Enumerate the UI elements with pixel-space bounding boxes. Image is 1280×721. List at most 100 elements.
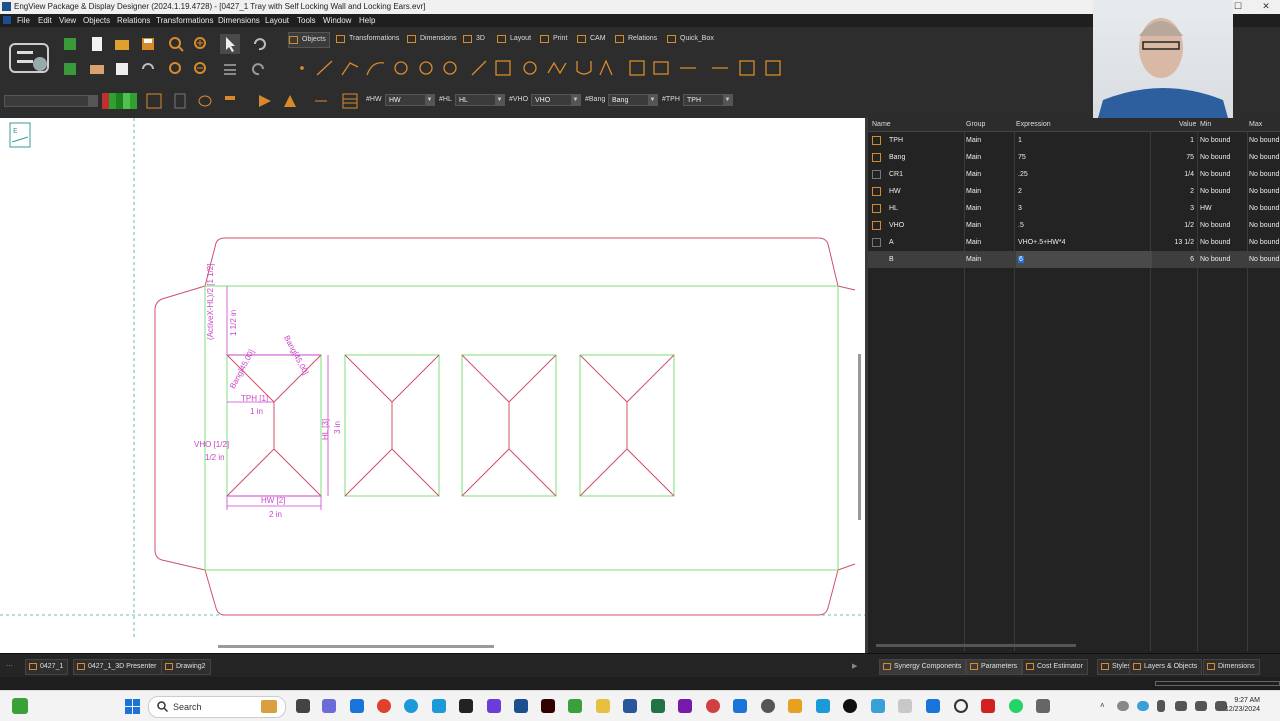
select-pointer-icon[interactable]	[220, 34, 240, 54]
open-folder-icon[interactable]	[114, 36, 130, 52]
doc-tab-drawing2[interactable]: Drawing2	[161, 659, 211, 675]
copilot-icon[interactable]	[322, 699, 336, 713]
doc-tab-3d-presenter[interactable]: 0427_1_3D Presenter	[73, 659, 162, 675]
menu-file[interactable]: File	[17, 16, 30, 25]
dimension-icon[interactable]	[313, 93, 329, 109]
tab-cam[interactable]: CAM	[577, 32, 606, 46]
dim-hl-expr[interactable]: HL [3]	[321, 419, 330, 440]
flag-icon[interactable]	[257, 93, 273, 109]
bang-param-select[interactable]: Bang ▼	[608, 94, 658, 106]
onenote-icon[interactable]	[678, 699, 692, 713]
taskbar-clock[interactable]: 9:27 AM 12/23/2024	[1225, 696, 1260, 714]
parameter-grid-icon[interactable]	[342, 93, 358, 109]
expression-edit-field[interactable]: 6	[1016, 251, 1152, 268]
zoom-in-icon[interactable]	[193, 36, 209, 52]
tph-param-select[interactable]: TPH ▼	[683, 94, 733, 106]
param-row-tph[interactable]: TPH Main 1 1 No bound No bound	[868, 132, 1280, 149]
param-row-a[interactable]: A Main VHO+.5+HW*4 13 1/2 No bound No bo…	[868, 234, 1280, 251]
app-cyan-icon[interactable]	[816, 699, 830, 713]
tab-quick-box[interactable]: Quick_Box	[667, 32, 714, 46]
grid-snap-icon[interactable]	[146, 93, 162, 109]
word-icon[interactable]	[623, 699, 637, 713]
panel-tab-cost-estimator[interactable]: Cost Estimator	[1022, 659, 1088, 675]
zoom-icon[interactable]	[168, 36, 184, 52]
doc-tab-0427-1[interactable]: 0427_1	[25, 659, 69, 675]
drawing-canvas[interactable]: E (ActiveX-HL)/2 [1 1/2] 1 1/2 in Bang[4…	[0, 118, 865, 653]
menu-transformations[interactable]: Transformations	[156, 16, 214, 25]
tab-overflow-icon[interactable]: ⋯	[6, 662, 13, 670]
panel-tab-layers-objects[interactable]: Layers & Objects	[1129, 659, 1203, 675]
export-icon[interactable]	[114, 61, 130, 77]
excel-icon[interactable]	[651, 699, 665, 713]
tab-objects[interactable]: Objects	[288, 32, 330, 48]
tab-transformations[interactable]: Transformations	[336, 32, 399, 46]
param-row-bang[interactable]: Bang Main 75 75 No bound No bound	[868, 149, 1280, 166]
new-green-icon[interactable]	[62, 61, 78, 77]
windows-start-icon[interactable]	[125, 699, 140, 714]
app-monitor-icon[interactable]	[1036, 699, 1050, 713]
undo-icon[interactable]	[251, 36, 267, 52]
edge-icon[interactable]	[404, 699, 418, 713]
tab-print[interactable]: Print	[540, 32, 567, 46]
whatsapp-icon[interactable]	[1009, 699, 1023, 713]
tab-scroll-right-icon[interactable]: ▶	[852, 662, 857, 670]
param-row-vho[interactable]: VHO Main .5 1/2 No bound No bound	[868, 217, 1280, 234]
onedrive-icon[interactable]	[1117, 701, 1129, 711]
col-header-group[interactable]: Group	[966, 118, 985, 131]
panel-tab-dimensions[interactable]: Dimensions	[1203, 659, 1260, 675]
outlook-icon[interactable]	[350, 699, 364, 713]
measure-icon[interactable]	[172, 93, 188, 109]
col-header-value[interactable]: Value	[1179, 118, 1196, 131]
app-dark-icon[interactable]	[843, 699, 857, 713]
teams-icon[interactable]	[487, 699, 501, 713]
hw-param-select[interactable]: HW ▼	[385, 94, 435, 106]
col-header-expression[interactable]: Expression	[1016, 118, 1051, 131]
microphone-icon[interactable]	[1157, 700, 1165, 712]
dim-hl-top-expr[interactable]: (ActiveX-HL)/2 [1 1/2]	[206, 264, 215, 340]
param-row-hl[interactable]: HL Main 3 3 HW No bound	[868, 200, 1280, 217]
menu-help[interactable]: Help	[359, 16, 375, 25]
acrobat-icon[interactable]	[981, 699, 995, 713]
layer-dropdown[interactable]	[4, 95, 98, 107]
new-file-icon[interactable]	[89, 36, 105, 52]
new-3d-icon[interactable]	[62, 36, 78, 52]
zoom-out-icon[interactable]	[193, 61, 209, 77]
task-view-icon[interactable]	[296, 699, 310, 713]
dim-vho-expr[interactable]: VHO [1/2]	[194, 440, 229, 449]
taskbar-search-input[interactable]: Search	[148, 696, 286, 718]
panel-tab-parameters[interactable]: Parameters	[966, 659, 1023, 675]
param-row-hw[interactable]: HW Main 2 2 No bound No bound	[868, 183, 1280, 200]
tab-layout[interactable]: Layout	[497, 32, 531, 46]
settings-icon[interactable]	[761, 699, 775, 713]
panel-tab-synergy[interactable]: Synergy Components	[879, 659, 967, 675]
engview-taskbar-icon[interactable]	[514, 699, 528, 713]
save-icon[interactable]	[140, 36, 156, 52]
col-header-name[interactable]: Name	[872, 118, 891, 131]
tray-chevron-up-icon[interactable]: ˄	[1100, 701, 1105, 710]
dieline-drawing[interactable]	[0, 118, 865, 653]
menu-window[interactable]: Window	[323, 16, 351, 25]
color-palette-icon[interactable]	[102, 93, 137, 109]
widgets-icon[interactable]	[12, 698, 28, 714]
tab-3d[interactable]: 3D	[463, 32, 485, 46]
col-header-min[interactable]: Min	[1200, 118, 1211, 131]
sheet-icon[interactable]	[89, 61, 105, 77]
app-blue-icon[interactable]	[733, 699, 747, 713]
app-r-icon[interactable]	[459, 699, 473, 713]
param-row-cr1[interactable]: CR1 Main .25 1/4 No bound No bound	[868, 166, 1280, 183]
app-lightblue-icon[interactable]	[871, 699, 885, 713]
panel-horizontal-scrollbar[interactable]	[876, 644, 1076, 647]
menu-dimensions[interactable]: Dimensions	[218, 16, 260, 25]
illustrator-icon[interactable]	[541, 699, 555, 713]
menu-tools[interactable]: Tools	[297, 16, 316, 25]
file-explorer-icon[interactable]	[596, 699, 610, 713]
wifi-icon[interactable]	[1175, 701, 1187, 711]
chrome-icon[interactable]	[377, 699, 391, 713]
menu-layout[interactable]: Layout	[265, 16, 289, 25]
vho-param-select[interactable]: VHO ▼	[531, 94, 581, 106]
menu-objects[interactable]: Objects	[83, 16, 110, 25]
grid-select-icon[interactable]	[222, 61, 238, 77]
dim-hw-expr[interactable]: HW [2]	[261, 496, 285, 505]
menu-edit[interactable]: Edit	[38, 16, 52, 25]
app-orange-icon[interactable]	[788, 699, 802, 713]
